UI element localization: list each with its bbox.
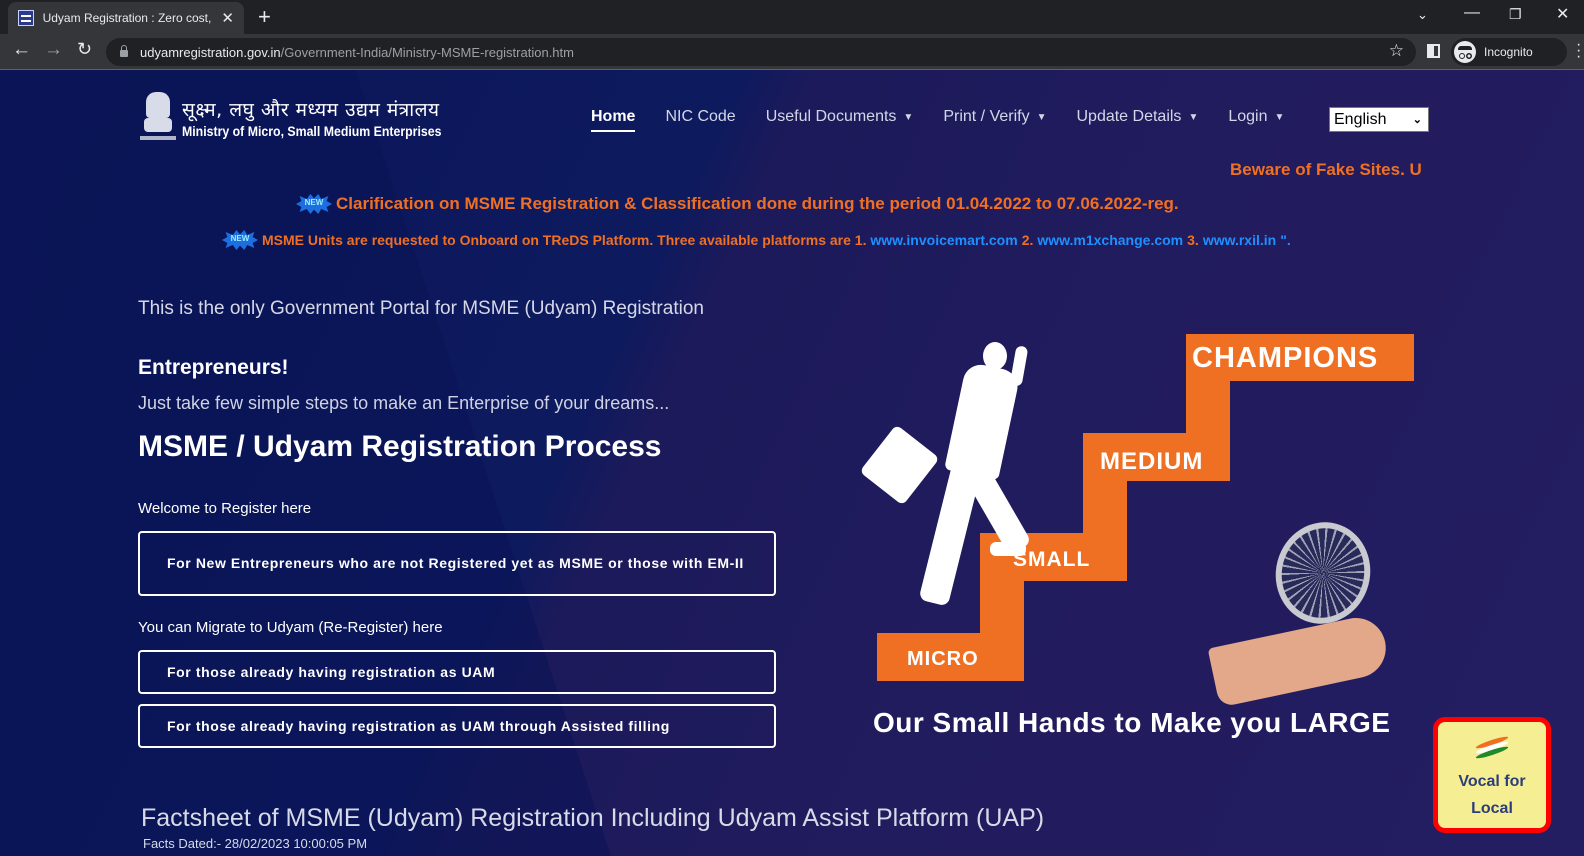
language-select[interactable]: English ⌄: [1329, 107, 1429, 132]
restore-icon[interactable]: ❐: [1509, 6, 1522, 23]
nav-nic-code[interactable]: NIC Code: [665, 108, 735, 126]
nav-label: Home: [591, 108, 636, 125]
entrepreneurs-subtitle: Just take few simple steps to make an En…: [138, 393, 670, 413]
site-favicon-icon: [18, 10, 34, 26]
browser-tabstrip: Udyam Registration : Zero cost, MSME ✕ +…: [0, 0, 1584, 34]
news-text: Clarification on MSME Registration & Cla…: [336, 194, 1179, 213]
news-sep: 3.: [1187, 232, 1199, 248]
portal-intro: This is the only Government Portal for M…: [138, 298, 704, 319]
uam-assisted-filling-button[interactable]: For those already having registration as…: [138, 704, 776, 748]
ministry-english-title: Ministry of Micro, Small Medium Enterpri…: [182, 123, 442, 139]
new-badge-icon: NEW: [222, 230, 258, 250]
forward-icon[interactable]: →: [44, 39, 63, 61]
browser-toolbar: ← → ↻ udyamregistration.gov.in /Governme…: [0, 34, 1584, 70]
nav-label: Login: [1228, 108, 1268, 125]
back-icon[interactable]: ←: [12, 39, 31, 61]
hand-icon: [1207, 612, 1392, 708]
url-host: udyamregistration.gov.in: [140, 44, 281, 60]
close-tab-icon[interactable]: ✕: [221, 9, 234, 27]
new-tab-icon[interactable]: +: [258, 4, 271, 30]
new-badge-icon: NEW: [296, 194, 332, 214]
facts-dated: Facts Dated:- 28/02/2023 10:00:05 PM: [143, 836, 368, 851]
address-bar[interactable]: udyamregistration.gov.in /Government-Ind…: [106, 38, 1416, 66]
nav-label: Print / Verify: [943, 108, 1030, 125]
migrate-label: You can Migrate to Udyam (Re-Register) h…: [138, 619, 443, 636]
chevron-down-icon: ⌄: [1412, 114, 1422, 126]
incognito-profile-button[interactable]: Incognito: [1451, 38, 1567, 66]
link-rxil[interactable]: www.rxil.in: [1203, 232, 1276, 248]
nav-login[interactable]: Login ▼: [1228, 108, 1284, 126]
chevron-down-icon: ▼: [1274, 111, 1285, 123]
nav-update-details[interactable]: Update Details ▼: [1076, 108, 1198, 126]
vocal-for-local-button[interactable]: Vocal for Local: [1433, 717, 1551, 833]
uam-registration-button[interactable]: For those already having registration as…: [138, 650, 776, 694]
tab-search-chevron-icon[interactable]: ⌄: [1417, 7, 1428, 23]
close-window-icon[interactable]: ✕: [1556, 4, 1569, 24]
entrepreneurs-heading: Entrepreneurs!: [138, 356, 289, 379]
side-panel-icon[interactable]: [1427, 44, 1440, 58]
ministry-hindi-title: सूक्ष्म, लघु और मध्यम उद्यम मंत्रालय: [182, 99, 440, 121]
national-emblem-icon: [140, 90, 176, 146]
hero-tagline: Our Small Hands to Make you LARGE: [873, 707, 1391, 738]
nav-label: Useful Documents: [765, 108, 897, 125]
registration-process-title: MSME / Udyam Registration Process: [138, 430, 662, 463]
chevron-down-icon: ▼: [1188, 111, 1199, 123]
step-label-medium: MEDIUM: [1100, 448, 1204, 475]
news-text: MSME Units are requested to Onboard on T…: [262, 232, 867, 248]
step-label-champions: CHAMPIONS: [1192, 342, 1379, 374]
news-suffix: ".: [1280, 232, 1291, 248]
bookmark-star-icon[interactable]: ☆: [1389, 41, 1404, 61]
web-page: सूक्ष्म, लघु और मध्यम उद्यम मंत्रालय Min…: [0, 70, 1584, 856]
chakra-wheel-icon: [1264, 511, 1382, 635]
chevron-down-icon: ▼: [1036, 111, 1047, 123]
main-navigation: Home NIC Code Useful Documents ▼ Print / …: [591, 102, 1314, 132]
profile-label: Incognito: [1484, 45, 1533, 59]
minimize-icon[interactable]: —: [1464, 4, 1480, 22]
india-flag-icon: [1475, 734, 1509, 761]
tab-title: Udyam Registration : Zero cost, MSME: [42, 11, 214, 25]
nav-useful-documents[interactable]: Useful Documents ▼: [766, 108, 914, 126]
step-label-micro: MICRO: [907, 648, 979, 670]
vocal-line1: Vocal for: [1458, 773, 1526, 790]
register-label: Welcome to Register here: [138, 500, 312, 517]
nav-print-verify[interactable]: Print / Verify ▼: [943, 108, 1046, 126]
browser-tab[interactable]: Udyam Registration : Zero cost, MSME ✕: [8, 2, 244, 34]
link-invoicemart[interactable]: www.invoicemart.com: [870, 232, 1017, 248]
news-sep: 2.: [1021, 232, 1034, 248]
fake-sites-warning-marquee: Beware of Fake Sites. U: [1230, 160, 1422, 179]
url-path: /Government-India/Ministry-MSME-registra…: [280, 44, 574, 60]
nav-home[interactable]: Home: [591, 108, 636, 132]
chevron-down-icon: ▼: [903, 111, 914, 123]
ministry-logo[interactable]: सूक्ष्म, लघु और मध्यम उद्यम मंत्रालय Min…: [140, 90, 477, 146]
factsheet-title: Factsheet of MSME (Udyam) Registration I…: [141, 804, 1045, 832]
new-entrepreneurs-button[interactable]: For New Entrepreneurs who are not Regist…: [138, 531, 776, 596]
incognito-icon: [1454, 41, 1476, 63]
nav-label: NIC Code: [665, 108, 736, 125]
link-m1xchange[interactable]: www.m1xchange.com: [1037, 232, 1183, 248]
nav-label: Update Details: [1076, 108, 1182, 125]
news-item-treds: NEW MSME Units are requested to Onboard …: [222, 230, 1295, 250]
vocal-line2: Local: [1471, 800, 1513, 817]
reload-icon[interactable]: ↻: [77, 39, 92, 60]
language-value: English: [1334, 110, 1387, 128]
news-item-clarification[interactable]: NEW Clarification on MSME Registration &…: [296, 194, 1179, 214]
browser-menu-icon[interactable]: · · ·: [1576, 37, 1582, 65]
lock-icon: [120, 45, 128, 57]
